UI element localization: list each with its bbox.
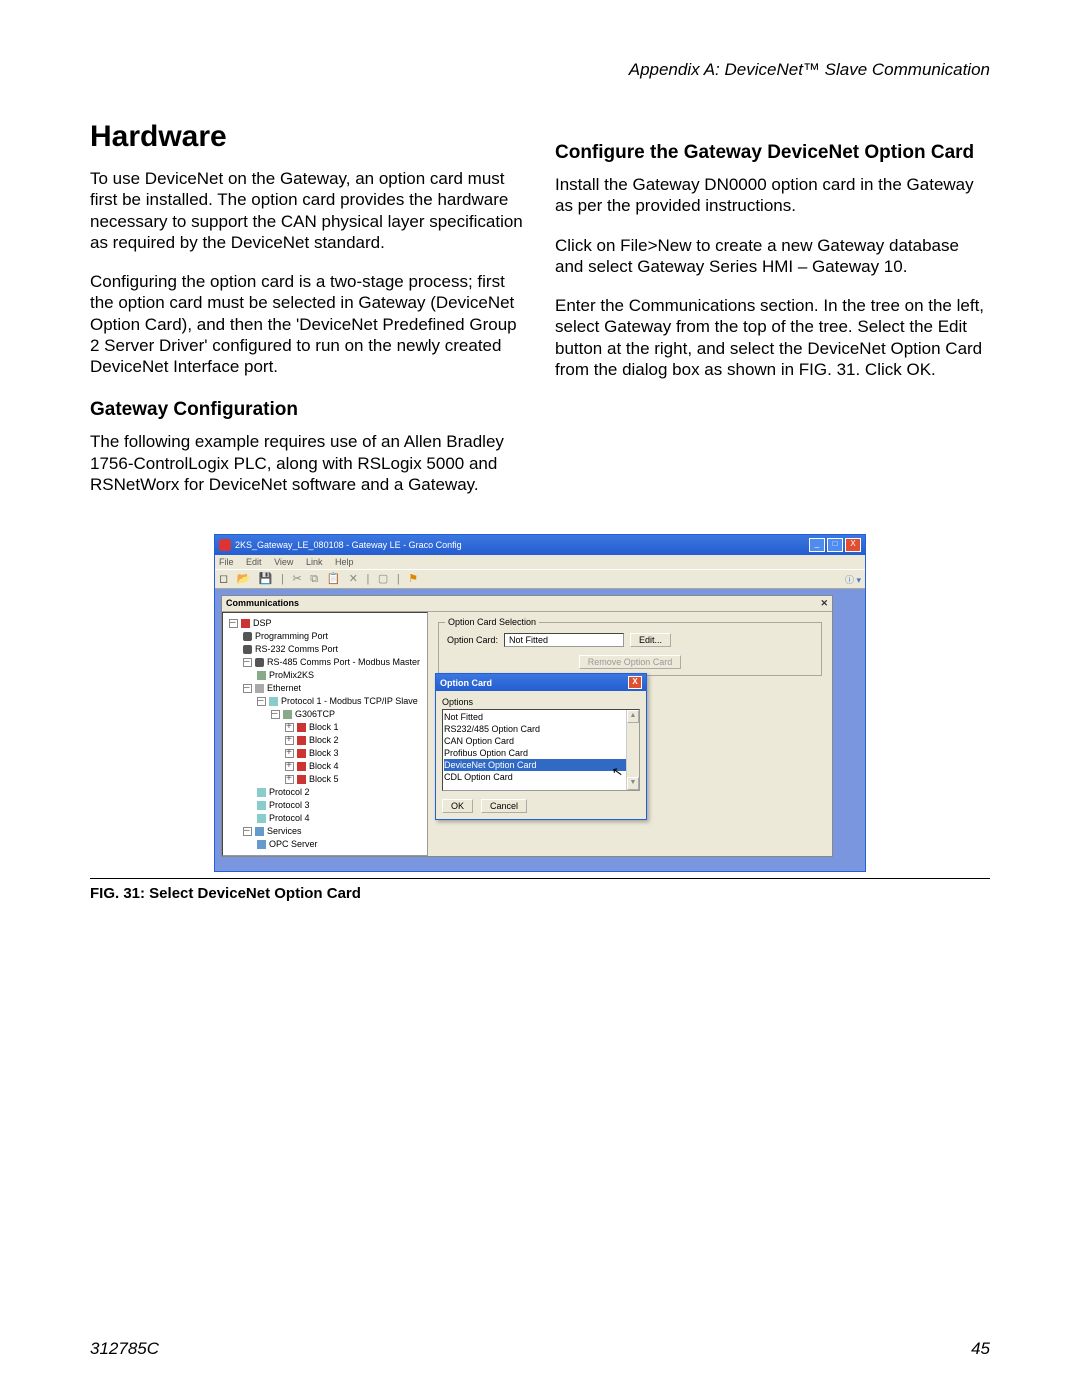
close-button[interactable]: X — [845, 538, 861, 552]
titlebar: 2KS_Gateway_LE_080108 - Gateway LE - Gra… — [215, 535, 865, 555]
tree-opc[interactable]: OPC Server — [269, 839, 318, 849]
menu-help[interactable]: Help — [335, 557, 354, 567]
cursor-icon: ↖ — [611, 765, 624, 779]
tree-block4[interactable]: Block 4 — [309, 761, 339, 771]
edit-button[interactable]: Edit... — [630, 633, 671, 647]
tree-root[interactable]: DSP — [253, 618, 272, 628]
tool-paste-icon[interactable]: 📋 — [327, 573, 341, 585]
tree-block2[interactable]: Block 2 — [309, 735, 339, 745]
tree-prog-port[interactable]: Programming Port — [255, 631, 328, 641]
right-column: Configure the Gateway DeviceNet Option C… — [555, 120, 990, 513]
tree-block3[interactable]: Block 3 — [309, 748, 339, 758]
panel-close-icon[interactable]: ✕ — [820, 598, 828, 609]
cancel-button[interactable]: Cancel — [481, 799, 527, 813]
menu-edit[interactable]: Edit — [246, 557, 262, 567]
tool-copy-icon[interactable]: ⧉ — [310, 573, 318, 585]
app-window: 2KS_Gateway_LE_080108 - Gateway LE - Gra… — [214, 534, 866, 872]
para-r3: Enter the Communications section. In the… — [555, 295, 990, 380]
figure-caption: FIG. 31: Select DeviceNet Option Card — [90, 885, 990, 902]
figure-31: 2KS_Gateway_LE_080108 - Gateway LE - Gra… — [90, 533, 990, 902]
tree-rs485[interactable]: RS-485 Comms Port - Modbus Master — [267, 657, 420, 667]
option-cdl[interactable]: CDL Option Card — [444, 771, 638, 783]
tree-ethernet[interactable]: Ethernet — [267, 683, 301, 693]
tree-g306tcp[interactable]: G306TCP — [295, 709, 335, 719]
option-card-label: Option Card: — [447, 635, 498, 645]
tool-save-icon[interactable]: 💾 — [259, 573, 273, 585]
remove-option-card-button: Remove Option Card — [579, 655, 682, 669]
tree-protocol2[interactable]: Protocol 2 — [269, 787, 310, 797]
scroll-up-icon[interactable]: ▲ — [627, 710, 639, 723]
maximize-button[interactable]: □ — [827, 538, 843, 552]
para-2: Configuring the option card is a two-sta… — [90, 271, 525, 377]
option-profibus[interactable]: Profibus Option Card — [444, 747, 638, 759]
tree-protocol3[interactable]: Protocol 3 — [269, 800, 310, 810]
tree-promix[interactable]: ProMix2KS — [269, 670, 314, 680]
options-label: Options — [442, 697, 640, 707]
dialog-close-button[interactable]: X — [628, 676, 642, 689]
tool-help-icon[interactable]: ⓘ ▾ — [845, 575, 861, 585]
listbox-scrollbar[interactable]: ▲ ▼ — [626, 710, 639, 790]
page-header: Appendix A: DeviceNet™ Slave Communicati… — [90, 60, 990, 80]
dialog-title: Option Card — [440, 678, 492, 688]
tree-rs232[interactable]: RS-232 Comms Port — [255, 644, 338, 654]
tool-sep2: | — [367, 573, 370, 585]
option-not-fitted[interactable]: Not Fitted — [444, 711, 638, 723]
heading-gateway-config: Gateway Configuration — [90, 399, 525, 421]
ok-button[interactable]: OK — [442, 799, 473, 813]
window-title: 2KS_Gateway_LE_080108 - Gateway LE - Gra… — [235, 540, 462, 550]
app-icon — [219, 539, 231, 551]
option-rs232-485[interactable]: RS232/485 Option Card — [444, 723, 638, 735]
minimize-button[interactable]: _ — [809, 538, 825, 552]
option-devicenet[interactable]: DeviceNet Option Card — [444, 759, 638, 771]
para-3: The following example requires use of an… — [90, 431, 525, 495]
tool-open-icon[interactable]: 📂 — [237, 573, 251, 585]
left-column: Hardware To use DeviceNet on the Gateway… — [90, 120, 525, 513]
tool-box-icon[interactable]: ▢ — [378, 573, 388, 585]
tree-view[interactable]: DSP Programming Port RS-232 Comms Port R… — [222, 612, 428, 856]
tool-sep3: | — [397, 573, 400, 585]
footer-docid: 312785C — [90, 1339, 159, 1359]
tool-flag-icon[interactable]: ⚑ — [408, 573, 418, 585]
para-1: To use DeviceNet on the Gateway, an opti… — [90, 168, 525, 253]
menu-link[interactable]: Link — [306, 557, 323, 567]
tree-services[interactable]: Services — [267, 826, 302, 836]
tree-block5[interactable]: Block 5 — [309, 774, 339, 784]
heading-hardware: Hardware — [90, 120, 525, 154]
menubar[interactable]: File Edit View Link Help — [215, 555, 865, 569]
para-r1: Install the Gateway DN0000 option card i… — [555, 174, 990, 217]
tree-protocol4[interactable]: Protocol 4 — [269, 813, 310, 823]
tool-delete-icon[interactable]: ✕ — [349, 573, 358, 585]
tree-block1[interactable]: Block 1 — [309, 722, 339, 732]
option-can[interactable]: CAN Option Card — [444, 735, 638, 747]
fieldset-legend: Option Card Selection — [445, 617, 539, 627]
tree-protocol1[interactable]: Protocol 1 - Modbus TCP/IP Slave — [281, 696, 418, 706]
workspace: Communications ✕ DSP Programming Port RS… — [215, 589, 865, 871]
para-r2: Click on File>New to create a new Gatewa… — [555, 235, 990, 278]
options-listbox[interactable]: Not Fitted RS232/485 Option Card CAN Opt… — [442, 709, 640, 791]
scroll-down-icon[interactable]: ▼ — [627, 777, 639, 790]
panel-title-text: Communications — [226, 598, 299, 609]
footer-page: 45 — [971, 1339, 990, 1359]
tool-new-icon[interactable]: ◻ — [219, 573, 228, 585]
tool-cut-icon[interactable]: ✂ — [292, 573, 301, 585]
option-card-dialog: Option Card X Options Not Fitted RS232/4… — [435, 673, 647, 820]
option-card-fieldset: Option Card Selection Option Card: Not F… — [438, 622, 822, 676]
figure-divider — [90, 878, 990, 879]
toolbar: ◻ 📂 💾 | ✂ ⧉ 📋 ✕ | ▢ | ⚑ ⓘ ▾ — [215, 569, 865, 589]
tool-sep: | — [281, 573, 284, 585]
menu-file[interactable]: File — [219, 557, 234, 567]
option-card-value: Not Fitted — [504, 633, 624, 647]
menu-view[interactable]: View — [274, 557, 293, 567]
heading-configure-option-card: Configure the Gateway DeviceNet Option C… — [555, 142, 990, 164]
